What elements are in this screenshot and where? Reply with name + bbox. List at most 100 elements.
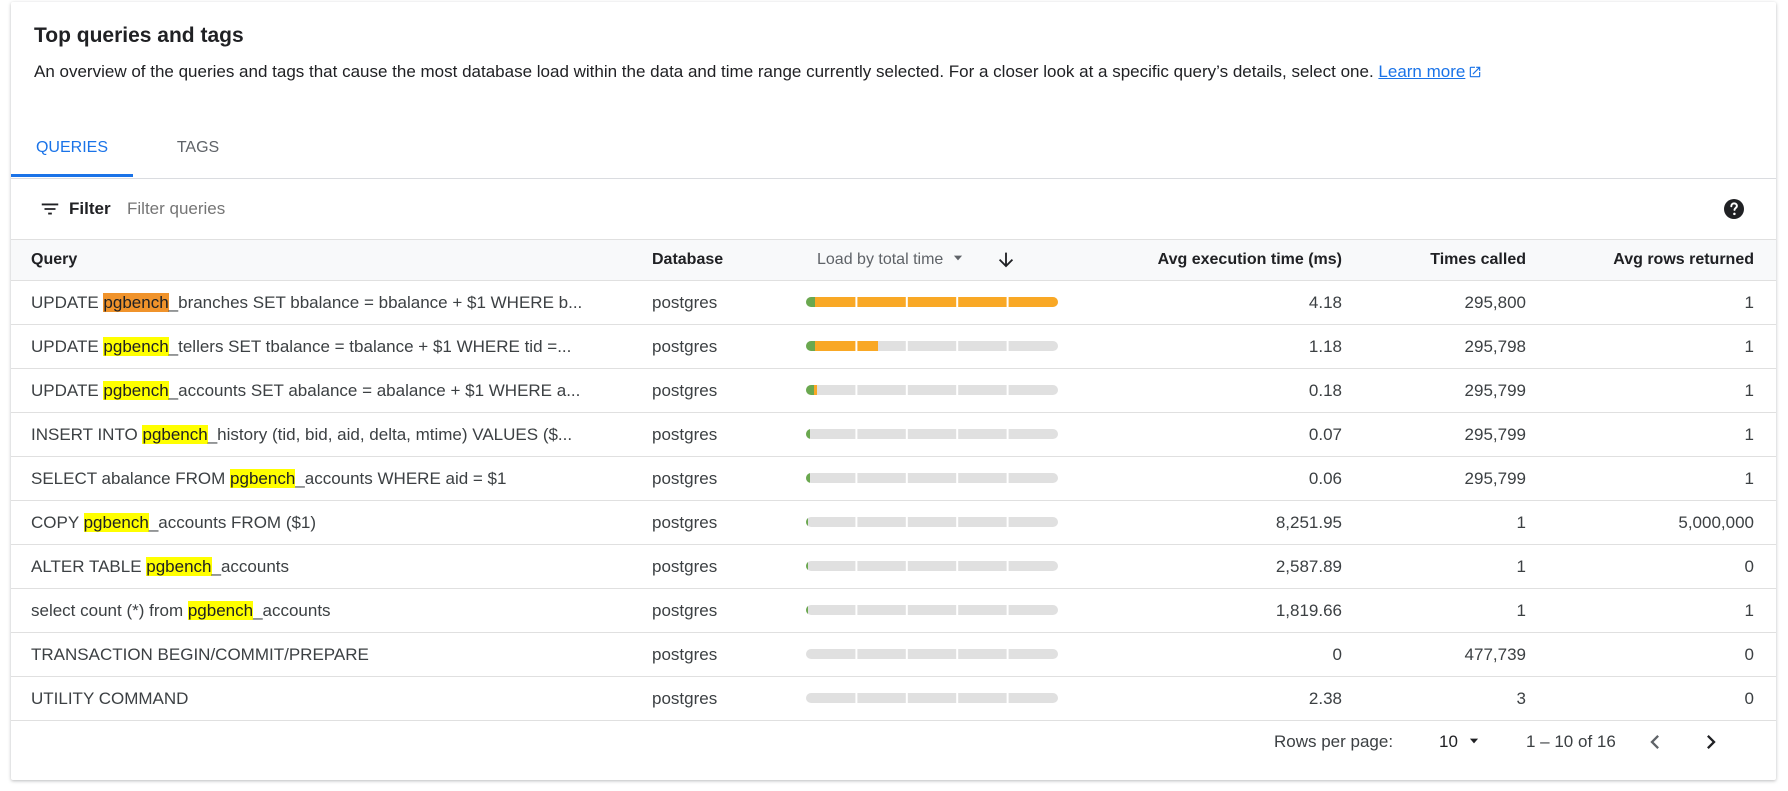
table-row[interactable]: UPDATE pgbench_branches SET bbalance = b… xyxy=(11,281,1776,325)
card-title: Top queries and tags xyxy=(34,24,244,47)
times-called-cell: 3 xyxy=(1516,689,1526,708)
database-cell: postgres xyxy=(652,601,718,620)
table-row[interactable]: UPDATE pgbench_tellers SET tbalance = tb… xyxy=(11,325,1776,369)
description-text: An overview of the queries and tags that… xyxy=(34,62,1374,81)
table-row[interactable]: ALTER TABLE pgbench_accounts postgres 2,58… xyxy=(11,545,1776,589)
table-row[interactable]: select count (*) from pgbench_accounts po… xyxy=(11,589,1776,633)
load-bar xyxy=(806,517,1058,527)
query-prefix: TRANSACTION BEGIN/COMMIT/PREPARE xyxy=(31,645,369,664)
query-suffix: _accounts FROM ($1) xyxy=(148,513,317,532)
avg-exec-cell: 0.18 xyxy=(1308,381,1342,400)
query-cell[interactable]: COPY pgbench_accounts FROM ($1) xyxy=(31,513,316,533)
query-text: UPDATE pgbench_accounts SET abalance = a… xyxy=(31,381,580,401)
rows-per-page-value: 10 xyxy=(1439,732,1458,751)
query-prefix: UPDATE xyxy=(31,337,104,356)
avg-rows-cell: 0 xyxy=(1744,557,1754,576)
filter-queries-input[interactable] xyxy=(125,193,729,225)
avg-exec-cell: 0.06 xyxy=(1308,469,1342,488)
query-suffix: _accounts xyxy=(253,601,331,620)
col-query[interactable]: Query xyxy=(31,251,77,269)
database-cell: postgres xyxy=(652,689,718,708)
sort-descending-icon[interactable] xyxy=(995,249,1017,271)
avg-rows-cell: 1 xyxy=(1744,469,1754,488)
avg-rows-cell: 1 xyxy=(1744,601,1754,620)
avg-rows-cell: 0 xyxy=(1744,689,1754,708)
load-bar xyxy=(806,605,1058,615)
col-avg-rows-returned[interactable]: Avg rows returned xyxy=(1613,251,1754,269)
next-page-icon[interactable] xyxy=(1697,728,1725,756)
query-match-highlight: pgbench xyxy=(142,425,208,444)
tab-tags[interactable]: TAGS xyxy=(133,122,263,177)
query-match-highlight: pgbench xyxy=(146,557,212,576)
avg-rows-cell: 1 xyxy=(1744,425,1754,444)
avg-exec-cell: 0.07 xyxy=(1308,425,1342,444)
load-bar xyxy=(806,561,1058,571)
load-bar-gridlines xyxy=(855,649,1009,659)
learn-more-label: Learn more xyxy=(1378,62,1466,81)
help-icon[interactable] xyxy=(1722,197,1746,221)
col-avg-execution-time[interactable]: Avg execution time (ms) xyxy=(1158,251,1342,269)
query-suffix: _accounts xyxy=(211,557,290,576)
table-row[interactable]: TRANSACTION BEGIN/COMMIT/PREPARE postgres… xyxy=(11,633,1776,677)
col-load-by-total-time[interactable]: Load by total time xyxy=(817,251,965,269)
col-load-label: Load by total time xyxy=(817,251,944,268)
load-bar xyxy=(806,649,1058,659)
times-called-cell: 295,799 xyxy=(1464,381,1526,400)
query-cell[interactable]: UPDATE pgbench_tellers SET tbalance = tb… xyxy=(31,337,571,357)
query-text: select count (*) from pgbench_accounts xyxy=(31,601,331,621)
table-row[interactable]: UTILITY COMMAND postgres 2.38 3 0 xyxy=(11,677,1776,721)
database-cell: postgres xyxy=(652,381,718,400)
database-cell: postgres xyxy=(652,425,718,444)
tab-queries[interactable]: QUERIES xyxy=(11,122,133,177)
queries-table: Query Database Load by total time Avg ex… xyxy=(11,239,1776,721)
dropdown-arrow-icon[interactable] xyxy=(951,251,965,265)
table-row[interactable]: SELECT abalance FROM pgbench_accounts WH… xyxy=(11,457,1776,501)
query-text: SELECT abalance FROM pgbench_accounts WH… xyxy=(31,469,506,489)
filter-icon[interactable] xyxy=(39,198,61,220)
query-match-highlight: pgbench xyxy=(103,337,169,356)
query-prefix: ALTER TABLE xyxy=(31,557,147,576)
query-cell[interactable]: UPDATE pgbench_branches SET bbalance = b… xyxy=(31,293,582,313)
query-text: ALTER TABLE pgbench_accounts xyxy=(31,557,289,577)
avg-exec-cell: 2,587.89 xyxy=(1275,557,1342,576)
avg-exec-cell: 1.18 xyxy=(1308,337,1342,356)
query-suffix: _history (tid, bid, aid, delta, mtime) V… xyxy=(207,425,573,444)
avg-exec-cell: 4.18 xyxy=(1308,293,1342,312)
query-match-highlight: pgbench xyxy=(103,381,169,400)
times-called-cell: 1 xyxy=(1516,557,1526,576)
query-prefix: SELECT abalance FROM xyxy=(31,469,231,488)
query-cell[interactable]: UPDATE pgbench_accounts SET abalance = a… xyxy=(31,381,580,401)
col-database[interactable]: Database xyxy=(652,251,723,269)
avg-rows-cell: 1 xyxy=(1744,381,1754,400)
card-description: An overview of the queries and tags that… xyxy=(34,62,1482,82)
query-cell[interactable]: ALTER TABLE pgbench_accounts xyxy=(31,557,289,577)
query-prefix: COPY xyxy=(31,513,84,532)
query-cell[interactable]: SELECT abalance FROM pgbench_accounts WH… xyxy=(31,469,506,489)
times-called-cell: 295,799 xyxy=(1464,425,1526,444)
col-times-called[interactable]: Times called xyxy=(1430,251,1526,269)
query-match-highlight: pgbench xyxy=(83,513,149,532)
table-row[interactable]: COPY pgbench_accounts FROM ($1) postgres 8… xyxy=(11,501,1776,545)
query-cell[interactable]: INSERT INTO pgbench_history (tid, bid, a… xyxy=(31,425,572,445)
query-cell[interactable]: select count (*) from pgbench_accounts xyxy=(31,601,331,621)
avg-rows-cell: 0 xyxy=(1744,645,1754,664)
filter-label[interactable]: Filter xyxy=(69,199,111,219)
query-text: UTILITY COMMAND xyxy=(31,689,188,709)
load-bar xyxy=(806,385,1058,395)
load-bar-gridlines xyxy=(855,385,1009,395)
query-match-highlight: pgbench xyxy=(187,601,254,620)
tab-bar: QUERIES TAGS xyxy=(11,122,1776,179)
database-cell: postgres xyxy=(652,557,718,576)
learn-more-link[interactable]: Learn more xyxy=(1378,62,1482,81)
query-cell[interactable]: TRANSACTION BEGIN/COMMIT/PREPARE xyxy=(31,645,369,665)
table-row[interactable]: INSERT INTO pgbench_history (tid, bid, a… xyxy=(11,413,1776,457)
load-bar-gridlines xyxy=(855,297,1009,307)
query-cell[interactable]: UTILITY COMMAND xyxy=(31,689,188,709)
rows-per-page-select[interactable]: 10 xyxy=(1439,732,1481,752)
table-row[interactable]: UPDATE pgbench_accounts SET abalance = a… xyxy=(11,369,1776,413)
avg-exec-cell: 0 xyxy=(1332,645,1342,664)
top-queries-card: Top queries and tags An overview of the … xyxy=(11,2,1776,780)
pagination-range: 1 – 10 of 16 xyxy=(1526,732,1616,751)
query-match-highlight: pgbench xyxy=(230,469,296,488)
previous-page-icon[interactable] xyxy=(1641,728,1669,756)
